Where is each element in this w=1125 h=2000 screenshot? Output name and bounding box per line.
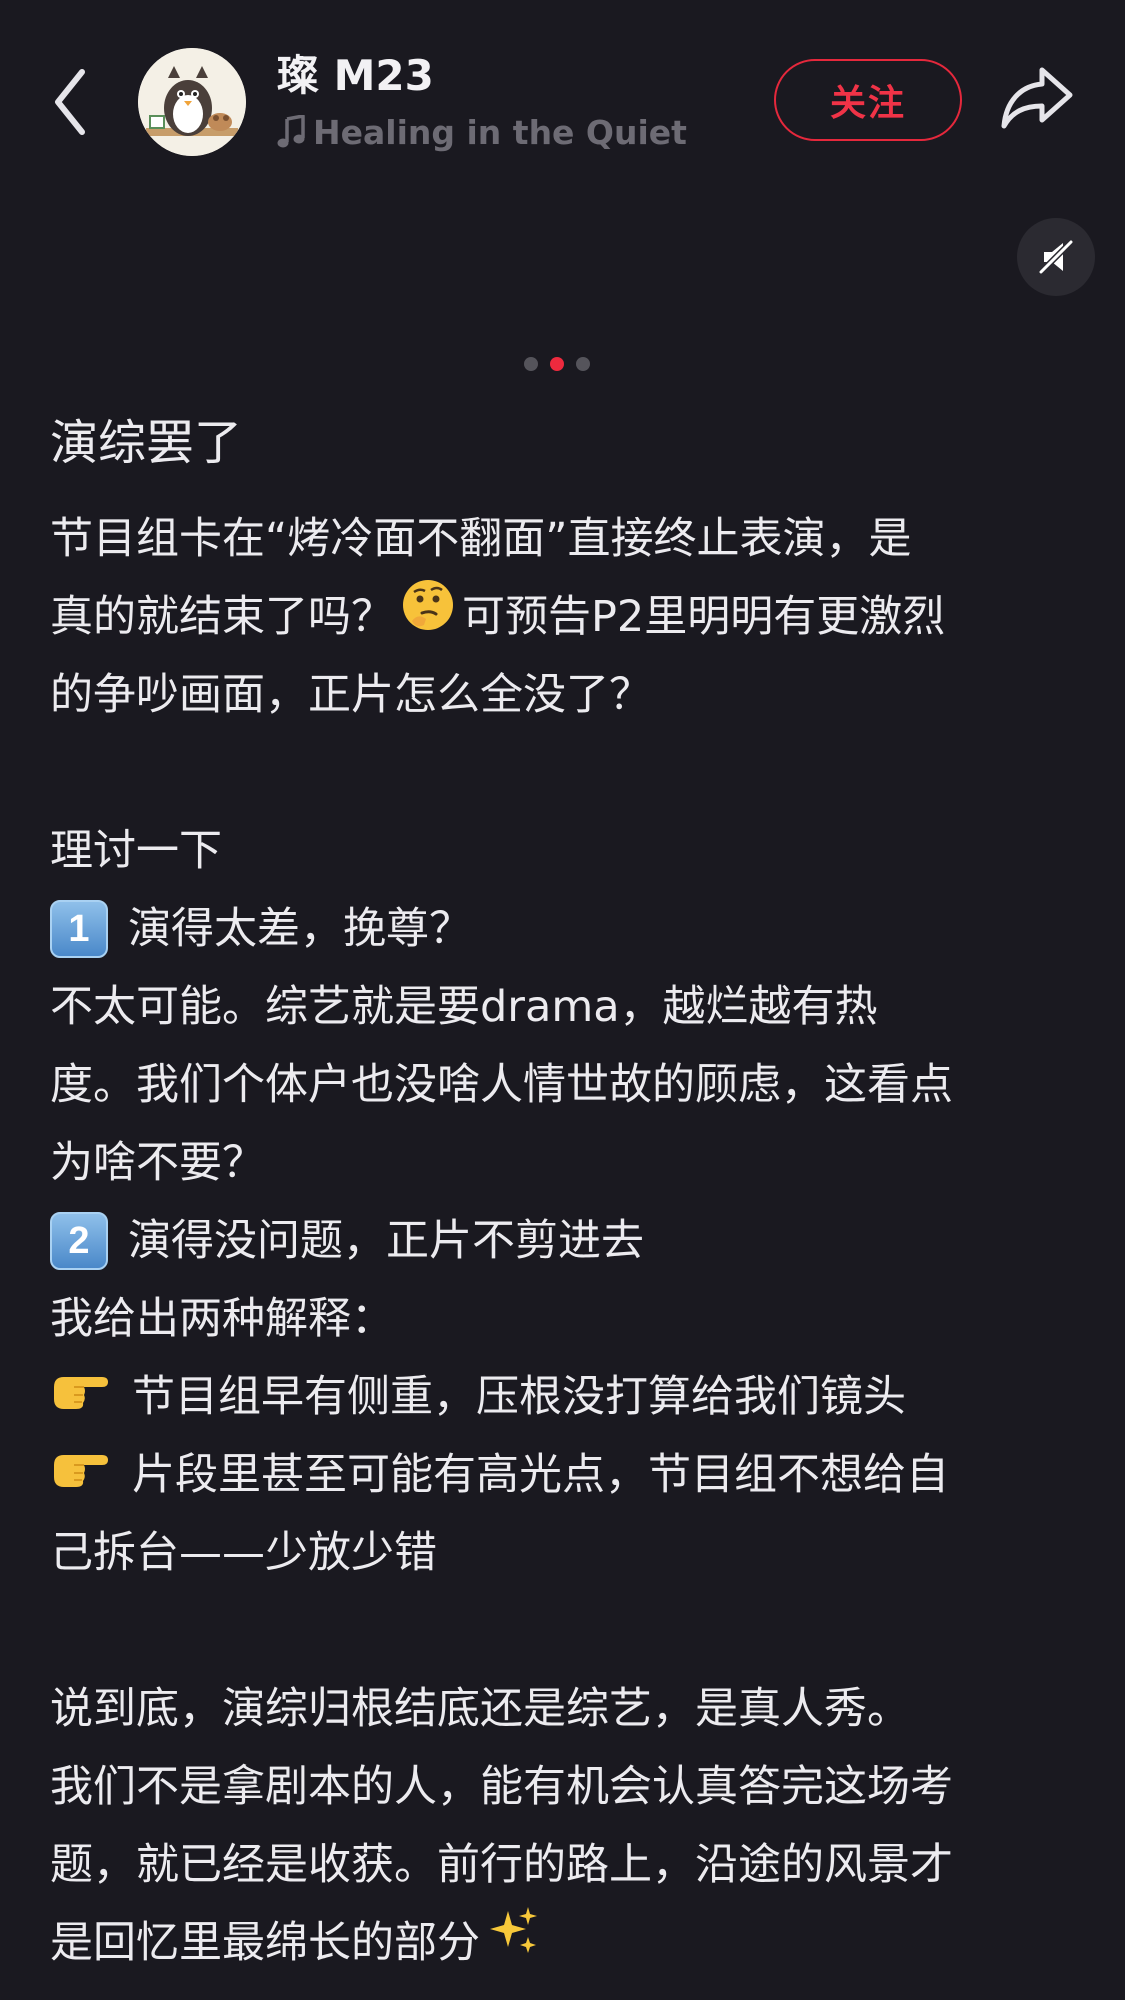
text-segment: 真的就结束了吗？ — [50, 592, 394, 642]
text-line: 为啥不要？ — [50, 1138, 265, 1188]
list-item-text: 演得没问题，正片不剪进去 — [128, 1216, 644, 1266]
post-title: 演综罢了 — [50, 415, 243, 471]
text-segment: 可预告P2里明明有更激烈 — [462, 592, 946, 642]
list-item: 2 演得没问题，正片不剪进去 — [50, 1202, 1090, 1280]
follow-button[interactable]: 关注 — [774, 59, 962, 141]
carousel-dot-active[interactable] — [550, 357, 564, 371]
text-line: 我们不是拿剧本的人，能有机会认真答完这场考 — [50, 1762, 953, 1812]
back-button[interactable] — [48, 62, 98, 142]
background-music[interactable]: Healing in the Quiet — [277, 110, 687, 154]
sparkles-icon — [486, 1903, 542, 1984]
text-line: 的争吵画面，正片怎么全没了？ — [50, 670, 652, 720]
post-body: 节目组卡在“烤冷面不翻面”直接终止表演，是 真的就结束了吗？ 可预告P2里明明有… — [50, 500, 1090, 1982]
text-line: 说到底，演综归根结底还是综艺，是真人秀。 — [50, 1684, 910, 1734]
text-line: 真的就结束了吗？ 可预告P2里明明有更激烈 — [50, 578, 1090, 656]
text-line: 题，就已经是收获。前行的路上，沿途的风景才 — [50, 1840, 953, 1890]
penguin-cartoon-icon — [138, 48, 246, 156]
text-segment: 是回忆里最绵长的部分 — [50, 1918, 480, 1968]
top-bar: 璨 M23 Healing in the Quiet 关注 — [0, 0, 1125, 200]
text-line: 度。我们个体户也没啥人情世故的顾虑，这看点 — [50, 1060, 953, 1110]
music-note-icon — [277, 115, 305, 148]
author-name[interactable]: 璨 M23 — [277, 42, 434, 103]
carousel-dot[interactable] — [576, 357, 590, 371]
speaker-muted-icon — [1037, 238, 1075, 276]
list-item-text: 演得太差，挽尊？ — [128, 904, 472, 954]
text-line: 是回忆里最绵长的部分 — [50, 1904, 1090, 1982]
text-line: 不太可能。综艺就是要drama，越烂越有热 — [50, 982, 878, 1032]
carousel-indicator — [0, 357, 1114, 371]
share-arrow-icon — [1001, 67, 1073, 129]
keycap-one-icon: 1 — [50, 900, 108, 958]
music-title: Healing in the Quiet — [313, 112, 687, 152]
text-line: 己拆台——少放少错 — [50, 1528, 437, 1578]
text-line: 理讨一下 — [50, 826, 222, 876]
text-line: 我给出两种解释： — [50, 1294, 394, 1344]
bullet-text: 片段里甚至可能有高光点，节目组不想给自 — [132, 1450, 949, 1500]
bullet-text: 节目组早有侧重，压根没打算给我们镜头 — [132, 1372, 906, 1422]
thinking-face-icon — [400, 577, 456, 658]
carousel-dot[interactable] — [524, 357, 538, 371]
backhand-index-pointing-right-icon — [50, 1358, 110, 1436]
list-item: 1 演得太差，挽尊？ — [50, 890, 1090, 968]
bullet-item: 节目组早有侧重，压根没打算给我们镜头 — [50, 1358, 1090, 1436]
bullet-item: 片段里甚至可能有高光点，节目组不想给自 — [50, 1436, 1090, 1514]
mute-toggle-button[interactable] — [1017, 218, 1095, 296]
backhand-index-pointing-right-icon — [50, 1436, 110, 1514]
keycap-two-icon: 2 — [50, 1212, 108, 1270]
text-line: 节目组卡在“烤冷面不翻面”直接终止表演，是 — [50, 514, 912, 564]
avatar[interactable] — [138, 48, 246, 156]
chevron-left-icon — [55, 69, 85, 135]
share-button[interactable] — [1000, 64, 1076, 132]
